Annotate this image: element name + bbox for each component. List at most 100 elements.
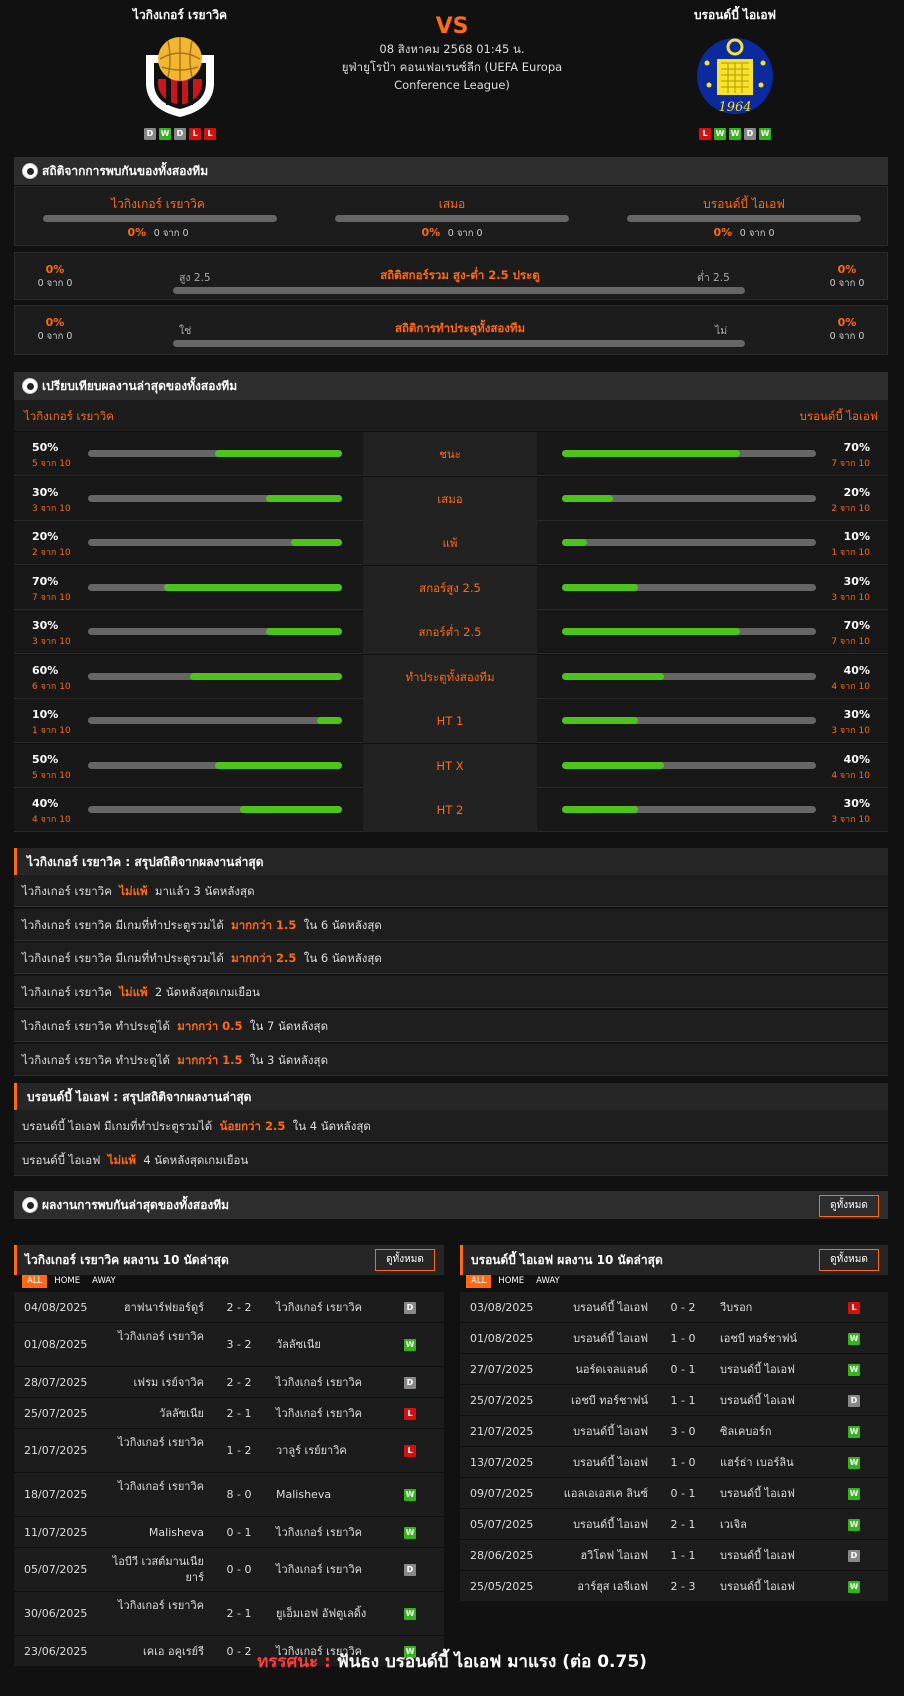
match-row[interactable]: 01/08/2025 ไวกิงเกอร์ เรยาวิค 3 - 2 วัลลัซเ…: [14, 1323, 444, 1367]
match-score: 0 - 0: [226, 1563, 252, 1576]
match-date: 28/07/2025: [24, 1376, 88, 1389]
compare-home-count: 5 จาก 10: [32, 459, 71, 469]
compare-row: 70% 7 จาก 10 สกอร์สูง 2.5 30% 3 จาก 10: [14, 565, 888, 610]
compare-home-count: 4 จาก 10: [32, 815, 71, 825]
tab-all[interactable]: ALL: [22, 1275, 48, 1288]
match-home-team: แอลเอเอสเค ลินซ์: [563, 1487, 648, 1500]
match-home-team: อาร์ฮุส เอจีเอฟ: [577, 1580, 648, 1593]
ou-left-sub: 0 จาก 0: [37, 278, 73, 289]
tab-home[interactable]: HOME: [493, 1275, 529, 1288]
compare-away-pct: 20%: [843, 485, 870, 499]
match-row[interactable]: 05/07/2025 ไอบีวี เวสต์มานเนียยาร์ 0 - 0 ไว…: [14, 1548, 444, 1592]
match-result-badge: D: [404, 1301, 416, 1314]
compare-label: แพ้: [363, 521, 537, 565]
compare-home-count: 6 จาก 10: [32, 681, 71, 692]
match-score: 0 - 1: [226, 1526, 252, 1539]
compare-away-pct: 70%: [843, 619, 870, 632]
home-form: D W D L L: [90, 128, 270, 140]
match-home-team: นอร์ดเจลแลนด์: [575, 1363, 648, 1376]
match-score: 2 - 1: [226, 1407, 252, 1420]
match-home-team: ไวกิงเกอร์ เรยาวิค: [118, 1436, 204, 1449]
compare-home-bar: [88, 539, 342, 546]
match-row[interactable]: 11/07/2025 Malisheva 0 - 1 ไวกิงเกอร์ เรยาว…: [14, 1517, 444, 1548]
match-row[interactable]: 21/07/2025 บรอนด์บี้ ไอเอฟ 3 - 0 ซิลเคบอร์ก…: [460, 1416, 888, 1447]
compare-label: HT 1: [363, 699, 537, 743]
compare-row: 50% 5 จาก 10 ชนะ 70% 7 จาก 10: [14, 432, 888, 476]
compare-home-bar: [88, 672, 342, 680]
match-row[interactable]: 27/07/2025 นอร์ดเจลแลนด์ 0 - 1 บรอนด์บี้ ไอ…: [460, 1354, 888, 1385]
away-last10-view-all-button[interactable]: ดูทั้งหมด: [819, 1249, 879, 1271]
match-date: 18/07/2025: [24, 1488, 88, 1501]
match-row[interactable]: 18/07/2025 ไวกิงเกอร์ เรยาวิค 8 - 0 Malishe…: [14, 1473, 444, 1517]
match-row[interactable]: 21/07/2025 ไวกิงเกอร์ เรยาวิค 1 - 2 วาลูร์ …: [14, 1429, 444, 1473]
h2h-view-all-button[interactable]: ดูทั้งหมด: [819, 1195, 879, 1217]
compare-away-bar: [562, 583, 816, 591]
match-row[interactable]: 25/07/2025 เอชบี ทอร์ชาฟน์ 1 - 1 บรอนด์บี้ …: [460, 1385, 888, 1416]
match-away-team: บรอนด์บี้ ไอเอฟ: [720, 1487, 795, 1500]
compare-away-count: 3 จาก 10: [831, 592, 870, 603]
match-row[interactable]: 25/05/2025 อาร์ฮุส เอจีเอฟ 2 - 3 บรอนด์บี้ …: [460, 1571, 888, 1602]
match-row[interactable]: 28/07/2025 เฟรม เรย์จาวิค 2 - 2 ไวกิงเกอร์ …: [14, 1367, 444, 1398]
form-badge: W: [729, 128, 741, 140]
match-row[interactable]: 01/08/2025 บรอนด์บี้ ไอเอฟ 1 - 0 เอชบี ทอร์…: [460, 1323, 888, 1354]
form-badge: L: [204, 128, 216, 140]
match-date: 21/07/2025: [470, 1425, 534, 1438]
h2h-away-pct: 0% 0 จาก 0: [713, 226, 775, 239]
h2h-draw-label: เสมอ: [438, 197, 466, 211]
match-away-team: ไวกิงเกอร์ เรยาวิค: [276, 1376, 362, 1389]
match-row[interactable]: 13/07/2025 บรอนด์บี้ ไอเอฟ 1 - 0 แฮร์ธ่า เบ…: [460, 1447, 888, 1478]
form-badge: D: [174, 128, 186, 140]
away-team[interactable]: บรอนด์บี้ ไอเอฟ 1964 L W W D W: [640, 6, 830, 140]
match-date: 01/08/2025: [470, 1332, 534, 1345]
compare-away-count: 1 จาก 10: [831, 548, 870, 558]
match-row[interactable]: 28/06/2025 ฮวิโดฟ ไอเอฟ 1 - 1 บรอนด์บี้ ไอเ…: [460, 1540, 888, 1571]
match-score: 3 - 2: [226, 1338, 252, 1351]
away-logo-year: 1964: [718, 100, 751, 115]
compare-away-count: 2 จาก 10: [831, 503, 870, 514]
h2h-away-bar: [627, 215, 861, 222]
h2h-stats-box: ไวกิงเกอร์ เรยาวิค 0% 0 จาก 0 เสมอ 0% 0 …: [14, 186, 888, 246]
match-date: 05/07/2025: [470, 1518, 534, 1531]
match-row[interactable]: 30/06/2025 ไวกิงเกอร์ เรยาวิค 2 - 1 ยูเอ็มเ…: [14, 1592, 444, 1636]
match-result-badge: W: [848, 1363, 860, 1376]
tab-home[interactable]: HOME: [49, 1275, 85, 1288]
match-row[interactable]: 25/07/2025 วัลลัซเนีย 2 - 1 ไวกิงเกอร์ เรยา…: [14, 1398, 444, 1429]
away-team-logo: 1964: [697, 38, 773, 115]
compare-away-pct: 70%: [843, 441, 870, 454]
match-row[interactable]: 04/08/2025 ฮาฟนาร์ฟยอร์ดูร์ 2 - 2 ไวกิงเกอร…: [14, 1292, 444, 1323]
match-home-team: ฮาฟนาร์ฟยอร์ดูร์: [123, 1301, 204, 1314]
tab-away[interactable]: AWAY: [87, 1275, 121, 1288]
match-date: 28/06/2025: [470, 1549, 534, 1562]
compare-home-bar: [88, 450, 342, 457]
compare-away-bar: [562, 539, 816, 546]
match-league: ยูฟ่ายูโรป้า คอนเฟอเรนซ์ลีก (UEFA Europa…: [341, 60, 563, 92]
compare-home-count: 3 จาก 10: [32, 637, 71, 647]
btts-box: 0% 0 จาก 0 ใช่ สถิติการทำประตูทั้งสองทีม …: [14, 305, 888, 355]
match-result-badge: D: [404, 1564, 416, 1576]
compare-home-count: 7 จาก 10: [32, 592, 71, 603]
btts-right-sub: 0 จาก 0: [829, 331, 865, 342]
compare-label: ทำประตูทั้งสองทีม: [363, 654, 537, 699]
away-summary-header: บรอนด์บี้ ไอเอฟ : สรุปสถิติจากผลงานล่าสุ…: [14, 1083, 888, 1111]
h2h-results-header: ผลงานการพบกันล่าสุดของทั้งสองทีม: [14, 1191, 888, 1219]
summary-row: ไวกิงเกอร์ เรยาวิค ไม่แพ้ 2 นัดหลังสุดเก…: [14, 976, 888, 1009]
match-result-badge: L: [848, 1301, 860, 1314]
match-row[interactable]: 03/08/2025 บรอนด์บี้ ไอเอฟ 0 - 2 วีบรอก L: [460, 1292, 888, 1323]
compare-row: 10% 1 จาก 10 HT 1 30% 3 จาก 10: [14, 699, 888, 743]
match-away-team: เวเจิล: [720, 1518, 747, 1531]
tab-away[interactable]: AWAY: [531, 1275, 565, 1288]
match-home-team: ฮวิโดฟ ไอเอฟ: [580, 1549, 648, 1562]
compare-home-pct: 20%: [32, 530, 59, 543]
match-score: 0 - 1: [670, 1363, 696, 1376]
match-header: ไวกิงเกอร์ เรยาวิค D W D L L VS 08 สิงหา…: [0, 0, 904, 150]
match-away-team: บรอนด์บี้ ไอเอฟ: [720, 1549, 795, 1562]
btts-left-pct: 0%: [45, 316, 65, 329]
tab-all[interactable]: ALL: [466, 1275, 492, 1288]
summary-row: ไวกิงเกอร์ เรยาวิค ทำประตูได้ มากกว่า 0.…: [14, 1009, 888, 1042]
match-row[interactable]: 09/07/2025 แอลเอเอสเค ลินซ์ 0 - 1 บรอนด์บี้…: [460, 1478, 888, 1509]
match-home-team: เฟรม เรย์จาวิค: [133, 1376, 204, 1389]
match-row[interactable]: 05/07/2025 บรอนด์บี้ ไอเอฟ 2 - 1 เวเจิล W: [460, 1509, 888, 1540]
match-result-badge: W: [404, 1608, 416, 1620]
match-score: 2 - 2: [226, 1376, 252, 1389]
home-last10-view-all-button[interactable]: ดูทั้งหมด: [375, 1249, 435, 1271]
